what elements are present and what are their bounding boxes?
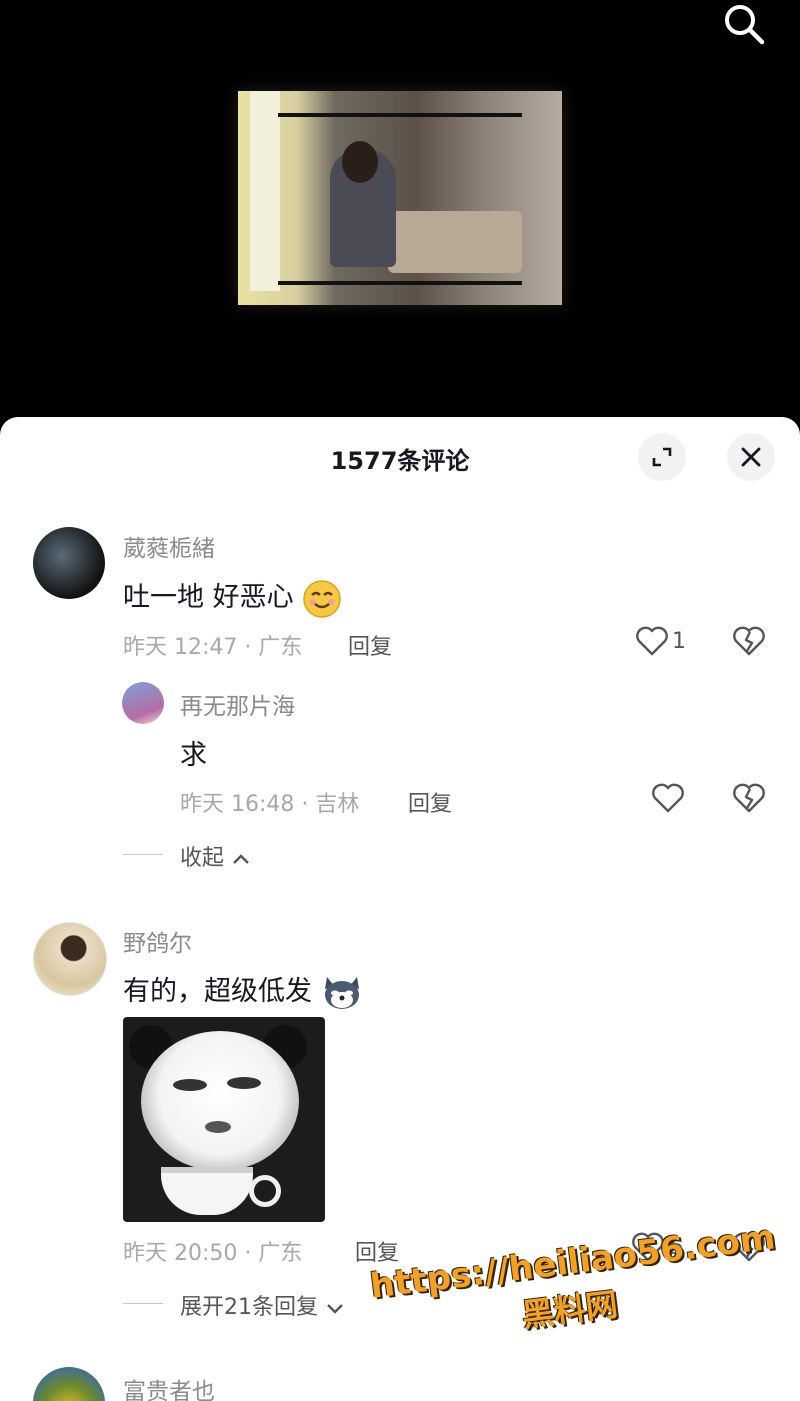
divider-line (123, 1303, 163, 1304)
reply-dislike-button[interactable] (731, 780, 771, 820)
reply-reply-button[interactable]: 回复 (408, 786, 452, 818)
comment-text-body: 有的，超级低发 (123, 976, 312, 1007)
expand-sheet-button[interactable] (638, 433, 686, 481)
video-player[interactable] (0, 0, 800, 430)
smile-emoji-icon (303, 579, 341, 618)
expand-icon (652, 447, 672, 467)
reply-button[interactable]: 回复 (355, 1235, 399, 1267)
avatar[interactable] (33, 527, 105, 599)
heart-icon (652, 783, 684, 813)
comment-text-body: 吐一地 好恶心 (123, 582, 294, 613)
dislike-button[interactable] (731, 623, 771, 663)
comment-username[interactable]: 野鸽尔 (123, 924, 192, 958)
heart-icon (636, 626, 668, 656)
comment-time-location: 昨天 20:50 · 广东 (123, 1241, 303, 1266)
like-count: 1 (672, 629, 686, 654)
chevron-up-icon (233, 854, 249, 864)
collapse-replies-button[interactable]: 收起 (180, 840, 251, 872)
comment-text: 有的，超级低发 (123, 969, 363, 1013)
collapse-label: 收起 (180, 846, 225, 871)
broken-heart-icon (733, 626, 765, 656)
reply-avatar[interactable] (122, 682, 164, 724)
expand-replies-button[interactable]: 展开21条回复 (180, 1289, 345, 1321)
comment-time-location: 昨天 12:47 · 广东 (123, 635, 303, 660)
chevron-down-icon (327, 1304, 343, 1314)
panda-meme-sticker[interactable] (123, 1017, 325, 1222)
reply-time-location: 昨天 16:48 · 吉林 (180, 792, 360, 817)
husky-emoji-icon (324, 976, 359, 1009)
divider-line (123, 854, 163, 855)
reply-like-button[interactable] (650, 780, 694, 820)
reply-button[interactable]: 回复 (348, 629, 392, 661)
video-frame (238, 91, 562, 305)
avatar[interactable] (33, 922, 107, 996)
comment-username[interactable]: 富贵者也 (123, 1372, 215, 1401)
avatar[interactable] (33, 1367, 105, 1401)
reply-username[interactable]: 再无那片海 (180, 687, 295, 721)
comment-text: 吐一地 好恶心 (123, 575, 342, 619)
comment-username[interactable]: 葳蕤栀緒 (123, 529, 215, 563)
expand-label: 展开21条回复 (180, 1295, 318, 1320)
search-button[interactable] (716, 0, 770, 48)
broken-heart-icon (733, 783, 765, 813)
search-icon (725, 5, 765, 45)
close-sheet-button[interactable] (727, 433, 775, 481)
reply-text: 求 (180, 740, 207, 771)
close-icon (741, 447, 761, 467)
